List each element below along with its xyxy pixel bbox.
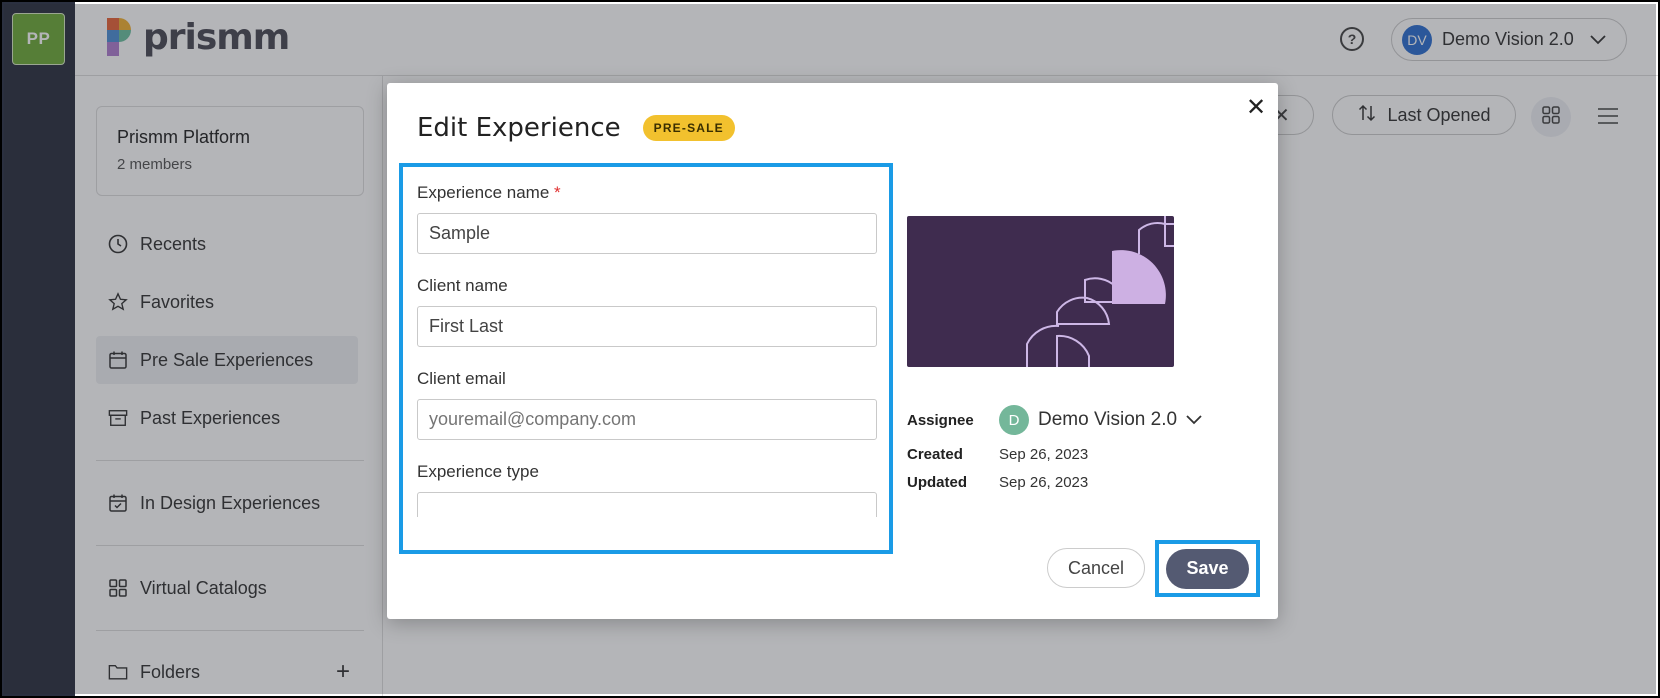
assignee-name: Demo Vision 2.0	[1038, 409, 1178, 430]
required-marker: *	[554, 183, 561, 202]
chevron-down-icon	[1186, 409, 1202, 431]
updated-label: Updated	[907, 474, 967, 491]
assignee-select[interactable]: D Demo Vision 2.0	[999, 405, 1202, 435]
experience-type-field-group: Experience type	[417, 462, 877, 517]
dialog-header: Edit Experience PRE-SALE	[417, 113, 735, 143]
client-name-field-group: Client name	[417, 276, 877, 347]
created-row: Created Sep 26, 2023	[907, 446, 1202, 463]
experience-name-field-group: Experience name *	[417, 183, 877, 254]
experience-name-label: Experience name *	[417, 183, 877, 203]
client-email-label: Client email	[417, 369, 506, 388]
label-text: Experience name	[417, 183, 550, 202]
client-email-field-group: Client email	[417, 369, 877, 440]
avatar: D	[999, 405, 1029, 435]
client-name-label: Client name	[417, 276, 508, 295]
status-badge: PRE-SALE	[642, 115, 735, 141]
save-button-highlight: Save	[1155, 540, 1260, 597]
updated-value: Sep 26, 2023	[999, 474, 1089, 491]
experience-name-input[interactable]	[417, 213, 877, 254]
save-button[interactable]: Save	[1166, 548, 1249, 589]
experience-thumbnail	[907, 216, 1174, 367]
created-value: Sep 26, 2023	[999, 446, 1089, 463]
experience-type-select[interactable]	[417, 492, 877, 517]
experience-meta: Assignee D Demo Vision 2.0 Created Sep 2…	[907, 405, 1202, 502]
close-icon[interactable]: ✕	[1244, 94, 1268, 121]
cancel-button[interactable]: Cancel	[1047, 548, 1145, 588]
thumbnail-artwork-icon	[1026, 216, 1174, 367]
edit-experience-dialog: ✕ Edit Experience PRE-SALE Experience na…	[387, 83, 1278, 619]
client-email-input[interactable]	[417, 399, 877, 440]
form-scroll-area[interactable]: Experience name * Client name Client ema…	[417, 183, 877, 517]
experience-type-label: Experience type	[417, 462, 539, 481]
assignee-label: Assignee	[907, 411, 974, 429]
form-panel: Experience name * Client name Client ema…	[399, 163, 893, 554]
assignee-row: Assignee D Demo Vision 2.0	[907, 405, 1202, 435]
updated-row: Updated Sep 26, 2023	[907, 474, 1202, 491]
app-window: PP prismm ? DV Demo Vision 2.0 Prismm Pl…	[0, 0, 1660, 698]
created-label: Created	[907, 446, 963, 463]
dialog-title: Edit Experience	[417, 113, 621, 143]
client-name-input[interactable]	[417, 306, 877, 347]
